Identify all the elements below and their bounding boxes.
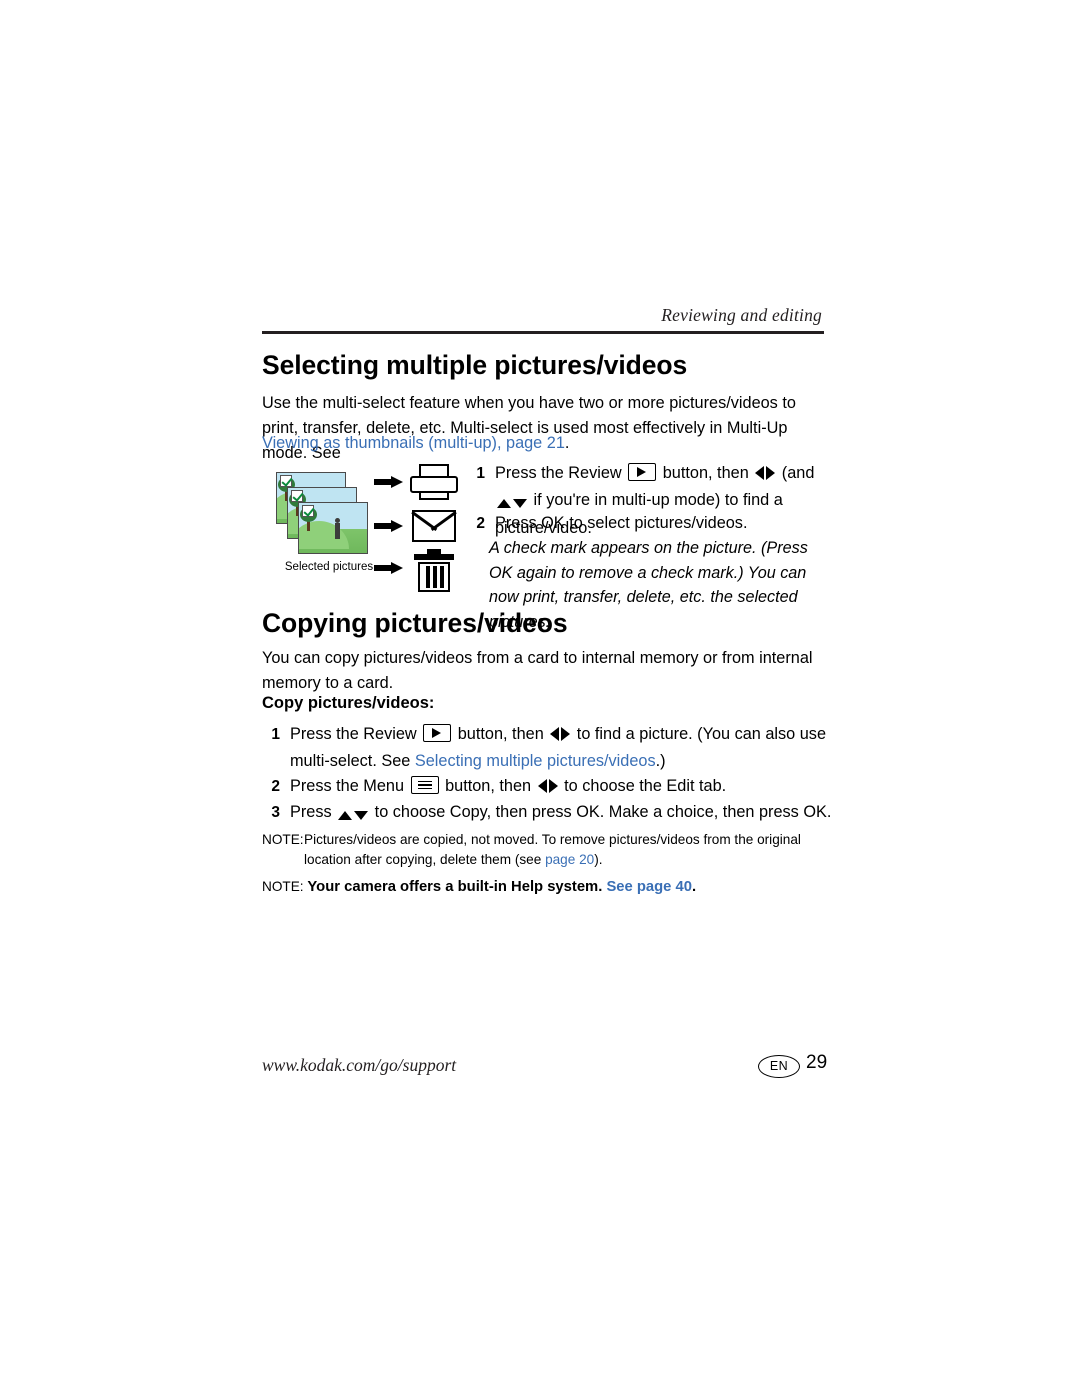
note-text-main: Your camera offers a built-in Help syste… [307,879,607,895]
link-viewing-thumbnails-page[interactable]: 21 [542,434,565,452]
step-text-end: to choose Copy, then press OK. Make a ch… [370,803,832,821]
photo-tree-shape [300,507,317,531]
checkmark-icon [280,475,292,487]
subheading-copy-pictures: Copy pictures/videos: [262,694,435,712]
footer-page-number: 29 [806,1052,828,1073]
left-right-arrows-icon [537,776,558,801]
left-right-arrows-icon [755,463,776,488]
step-text-after: button, then [440,777,536,795]
step-number: 1 [271,726,280,743]
step-number: 2 [476,515,485,532]
arrow-right-icon [374,520,404,532]
checkmark-icon [302,505,314,517]
note-text: Pictures/videos are copied, not moved. T… [304,830,832,870]
step-text-before: Press the Menu [290,777,409,795]
review-play-button-icon [423,724,452,742]
paragraph-thumbnails-link: Viewing as thumbnails (multi-up), page 2… [262,431,832,456]
link-selecting-multiple[interactable]: Selecting multiple pictures/videos [415,752,656,770]
trash-can-icon [414,549,454,594]
note-label: NOTE: [262,879,304,894]
link-page-20[interactable]: page 20 [545,852,594,867]
document-page: Reviewing and editing Selecting multiple… [0,0,1080,1397]
envelope-icon [412,510,456,542]
step-text: Press OK to select pictures/videos. [495,514,748,532]
step-number: 3 [271,804,280,821]
step-number: 2 [271,778,280,795]
note-text-end: ). [594,852,603,867]
paragraph-copy-intro: You can copy pictures/videos from a card… [262,649,813,692]
step-text: Press the Review button, then to find a … [290,722,832,774]
review-play-button-icon [628,463,657,481]
checkmark-icon [291,490,303,502]
arrow-right-icon [374,562,404,574]
footer-language-badge: EN [758,1055,800,1078]
note-copy-not-moved: NOTE: Pictures/videos are copied, not mo… [262,830,832,870]
link-viewing-thumbnails[interactable]: Viewing as thumbnails (multi-up), page [262,434,542,452]
step-number: 1 [476,465,485,482]
photo-thumbnail-front [298,502,368,554]
photo-person-shape [335,518,340,539]
step-text-mid: (and [777,464,815,482]
photo-hill-shape [299,521,349,549]
step-text-end: .) [655,752,666,770]
printer-icon [410,464,458,500]
step-item: 1 Press the Review button, then to find … [262,722,832,774]
illustration-caption: Selected pictures [284,561,374,573]
note-help-system: NOTE: Your camera offers a built-in Help… [262,879,832,895]
step-text-end: to choose the Edit tab. [559,777,727,795]
page-header-section-title: Reviewing and editing [661,305,822,325]
step-text-after: button, then [658,464,754,482]
up-down-arrows-icon [338,803,369,828]
step-text-after: button, then [453,725,549,743]
arrow-right-icon [374,476,404,488]
step-text-before: Press the Review [290,725,422,743]
step-text-before: Press the Review [495,464,627,482]
step-item: 2 Press the Menu button, then to choose … [262,774,832,801]
link-see-page-40[interactable]: See page 40 [606,879,692,895]
menu-button-icon [410,776,439,794]
step-text: Press to choose Copy, then press OK. Mak… [290,800,832,828]
step-text-before: Press [290,803,337,821]
footer-support-url[interactable]: www.kodak.com/go/support [262,1055,456,1076]
heading-copying-pictures: Copying pictures/videos [262,608,568,638]
left-right-arrows-icon [550,724,571,749]
link-period: . [564,434,570,452]
note-label: NOTE: [262,832,304,847]
step-item: 2 Press OK to select pictures/videos. [467,511,832,536]
illustration-selected-pictures: Selected pictures [262,462,462,597]
step-text: Press the Menu button, then to choose th… [290,774,832,801]
note-text-end: . [691,879,697,895]
header-divider-rule [262,331,824,334]
heading-selecting-multiple: Selecting multiple pictures/videos [262,350,688,380]
step-item: 3 Press to choose Copy, then press OK. M… [262,800,832,828]
